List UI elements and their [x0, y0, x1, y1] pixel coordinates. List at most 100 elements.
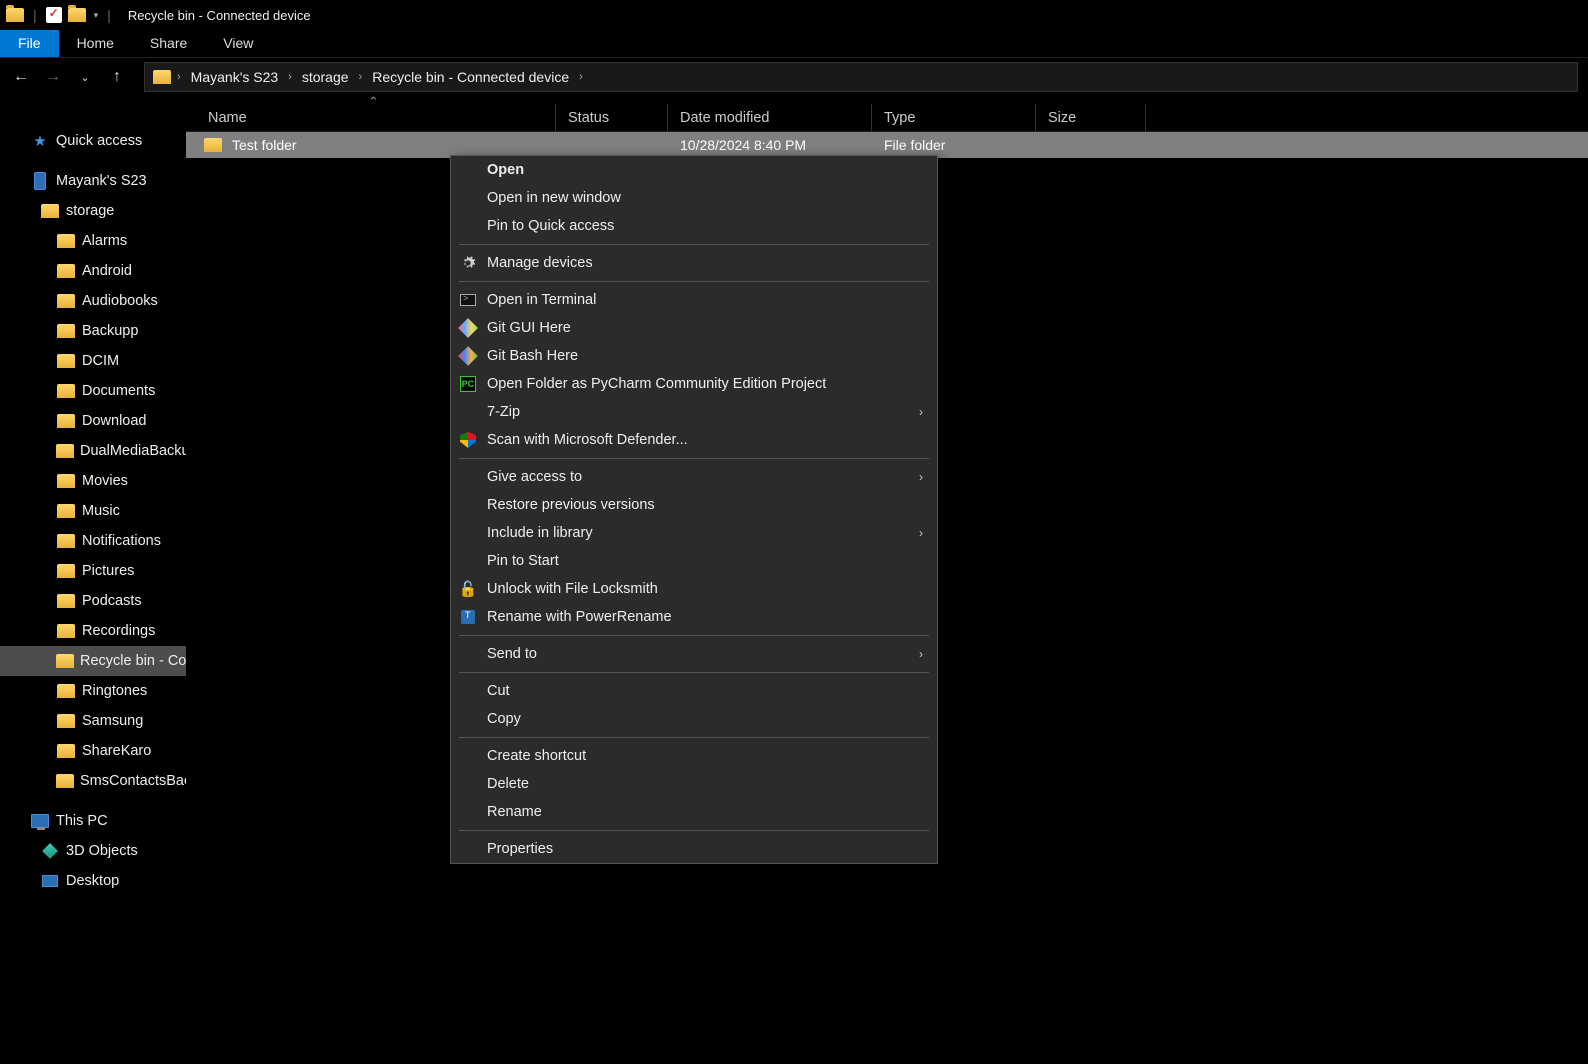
sidebar-item-label: Notifications [82, 533, 161, 549]
tab-view[interactable]: View [205, 30, 271, 57]
properties-quick-icon[interactable] [46, 7, 62, 23]
tab-share[interactable]: Share [132, 30, 205, 57]
breadcrumb-item[interactable]: storage [298, 67, 353, 87]
menu-separator [459, 830, 929, 831]
menu-item-git-bash[interactable]: Git Bash Here [451, 342, 937, 370]
chevron-right-icon[interactable]: › [177, 71, 181, 83]
sidebar-item-label: SmsContactsBackup [80, 773, 186, 789]
menu-item-include-library[interactable]: Include in library › [451, 519, 937, 547]
menu-item-defender[interactable]: Scan with Microsoft Defender... [451, 426, 937, 454]
menu-item-delete[interactable]: Delete [451, 770, 937, 798]
chevron-right-icon[interactable]: › [579, 71, 583, 83]
up-button[interactable]: ↑ [106, 66, 128, 88]
menu-item-manage-devices[interactable]: Manage devices [451, 249, 937, 277]
folder-icon [6, 8, 24, 22]
sidebar-item-label: Backupp [82, 323, 138, 339]
tab-file[interactable]: File [0, 30, 59, 57]
menu-item-open-new-window[interactable]: Open in new window [451, 184, 937, 212]
folder-icon [56, 774, 74, 788]
sidebar-item-folder[interactable]: DualMediaBackup [0, 436, 186, 466]
menu-separator [459, 635, 929, 636]
column-header-status[interactable]: Status [556, 104, 668, 131]
folder-icon [204, 138, 222, 152]
sidebar-item-folder[interactable]: Audiobooks [0, 286, 186, 316]
folder-icon [57, 264, 75, 278]
menu-item-git-gui[interactable]: Git GUI Here [451, 314, 937, 342]
sidebar-item-folder[interactable]: Android [0, 256, 186, 286]
folder-icon [57, 474, 75, 488]
folder-icon [57, 294, 75, 308]
lock-icon: 🔓 [459, 580, 477, 598]
forward-button[interactable]: → [42, 66, 64, 88]
folder-icon [57, 384, 75, 398]
sidebar-item-folder[interactable]: Movies [0, 466, 186, 496]
tab-home[interactable]: Home [59, 30, 132, 57]
breadcrumb-item[interactable]: Mayank's S23 [187, 67, 283, 87]
menu-item-powerrename[interactable]: Rename with PowerRename [451, 603, 937, 631]
folder-icon [57, 324, 75, 338]
sidebar-item-3d-objects[interactable]: 3D Objects [0, 836, 186, 866]
sidebar-item-folder[interactable]: Podcasts [0, 586, 186, 616]
menu-separator [459, 672, 929, 673]
sidebar-item-folder[interactable]: DCIM [0, 346, 186, 376]
sidebar-item-desktop[interactable]: Desktop [0, 866, 186, 896]
sidebar-item-label: Desktop [66, 873, 119, 889]
menu-item-7zip[interactable]: 7-Zip › [451, 398, 937, 426]
column-header-name[interactable]: Name [186, 104, 556, 131]
recent-dropdown[interactable]: ⌄ [74, 66, 96, 88]
sidebar-item-label: DualMediaBackup [80, 443, 186, 459]
sidebar-item-device[interactable]: Mayank's S23 [0, 166, 186, 196]
sidebar-item-label: Android [82, 263, 132, 279]
file-name: Test folder [232, 137, 297, 153]
sidebar-item-quick-access[interactable]: ★ Quick access [0, 126, 186, 156]
sidebar-item-this-pc[interactable]: This PC [0, 806, 186, 836]
sidebar-item-folder[interactable]: Recycle bin - Connected device [0, 646, 186, 676]
menu-item-give-access[interactable]: Give access to › [451, 463, 937, 491]
menu-item-pin-start[interactable]: Pin to Start [451, 547, 937, 575]
menu-item-pycharm[interactable]: PC Open Folder as PyCharm Community Edit… [451, 370, 937, 398]
chevron-right-icon[interactable]: › [288, 71, 292, 83]
menu-item-properties[interactable]: Properties [451, 835, 937, 863]
chevron-right-icon[interactable]: › [359, 71, 363, 83]
rename-icon [459, 608, 477, 626]
sidebar-item-folder[interactable]: Notifications [0, 526, 186, 556]
sidebar-item-label: Movies [82, 473, 128, 489]
folder-icon [57, 534, 75, 548]
menu-item-pin-quick-access[interactable]: Pin to Quick access [451, 212, 937, 240]
sidebar-item-folder[interactable]: Backupp [0, 316, 186, 346]
sidebar-item-folder[interactable]: ShareKaro [0, 736, 186, 766]
sidebar-item-label: 3D Objects [66, 843, 138, 859]
file-type: File folder [872, 137, 1036, 153]
sidebar-item-folder[interactable]: Download [0, 406, 186, 436]
menu-item-create-shortcut[interactable]: Create shortcut [451, 742, 937, 770]
menu-item-file-locksmith[interactable]: 🔓 Unlock with File Locksmith [451, 575, 937, 603]
folder-icon [57, 564, 75, 578]
breadcrumb[interactable]: › Mayank's S23 › storage › Recycle bin -… [144, 62, 1578, 92]
monitor-icon [31, 814, 49, 828]
breadcrumb-item[interactable]: Recycle bin - Connected device [368, 67, 573, 87]
sidebar-item-folder[interactable]: Documents [0, 376, 186, 406]
menu-item-rename[interactable]: Rename [451, 798, 937, 826]
column-header-date[interactable]: Date modified [668, 104, 872, 131]
sidebar-item-folder[interactable]: Recordings [0, 616, 186, 646]
menu-item-send-to[interactable]: Send to › [451, 640, 937, 668]
column-header-size[interactable]: Size [1036, 104, 1146, 131]
back-button[interactable]: ← [10, 66, 32, 88]
folder-icon [56, 654, 74, 668]
menu-item-cut[interactable]: Cut [451, 677, 937, 705]
dropdown-icon[interactable]: ▾ [94, 10, 99, 21]
menu-item-restore-versions[interactable]: Restore previous versions [451, 491, 937, 519]
menu-item-copy[interactable]: Copy [451, 705, 937, 733]
sidebar-item-folder[interactable]: Alarms [0, 226, 186, 256]
chevron-right-icon: › [919, 405, 923, 419]
sidebar-item-storage[interactable]: storage [0, 196, 186, 226]
sidebar-item-folder[interactable]: Ringtones [0, 676, 186, 706]
sidebar-item-folder[interactable]: SmsContactsBackup [0, 766, 186, 796]
sidebar-item-folder[interactable]: Music [0, 496, 186, 526]
folder-icon [57, 714, 75, 728]
menu-item-open[interactable]: Open [451, 156, 937, 184]
column-header-type[interactable]: Type [872, 104, 1036, 131]
sidebar-item-folder[interactable]: Samsung [0, 706, 186, 736]
sidebar-item-folder[interactable]: Pictures [0, 556, 186, 586]
menu-item-open-terminal[interactable]: Open in Terminal [451, 286, 937, 314]
